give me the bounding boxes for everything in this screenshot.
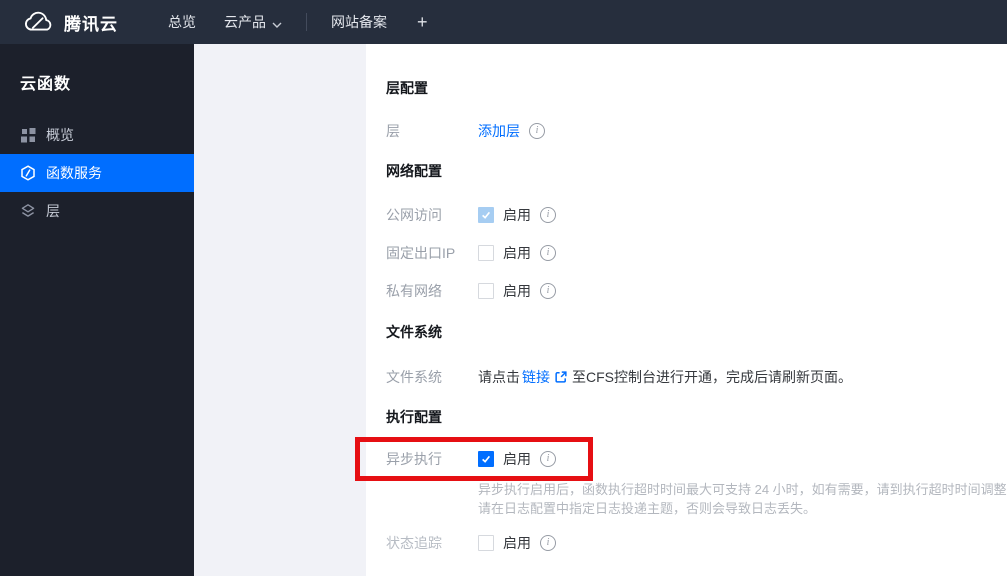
enable-label: 启用 (503, 535, 531, 551)
file-system-label: 文件系统 (386, 369, 442, 385)
public-access-checkbox (478, 207, 494, 223)
private-network-row: 私有网络 启用 i (386, 272, 1007, 310)
info-icon[interactable]: i (540, 207, 556, 223)
enable-label: 启用 (503, 283, 531, 299)
enable-label: 启用 (503, 207, 531, 223)
async-execution-helper-text: 异步执行启用后，函数执行超时时间最大可支持 24 小时，如有需要，请到执行超时时… (478, 480, 1007, 518)
status-tracking-checkbox[interactable] (478, 535, 494, 551)
fixed-egress-ip-checkbox[interactable] (478, 245, 494, 261)
file-system-text-before: 请点击 (478, 369, 520, 385)
status-tracking-row: 状态追踪 启用 i (386, 524, 1007, 562)
fixed-egress-ip-label: 固定出口IP (386, 245, 456, 261)
file-system-text-after: 至CFS控制台进行开通，完成后请刷新页面。 (572, 369, 852, 385)
layers-icon (20, 203, 36, 219)
info-icon[interactable]: i (540, 451, 556, 467)
layer-row: 层 添加层 i (386, 112, 1007, 150)
nav-item-website-icp[interactable]: 网站备案 (317, 0, 401, 44)
top-navbar: 腾讯云 总览 云产品 网站备案 + (0, 0, 1007, 44)
sidebar-item-overview[interactable]: 概览 (0, 116, 194, 154)
enable-label: 启用 (503, 245, 531, 261)
function-service-icon (20, 165, 36, 181)
sidebar-title: 云函数 (20, 76, 72, 93)
sidebar-item-label: 函数服务 (46, 165, 102, 181)
sidebar-item-layers[interactable]: 层 (0, 192, 194, 230)
navbar-divider (306, 13, 307, 31)
cfs-console-link[interactable]: 链接 (522, 367, 550, 387)
nav-item-cloud-products[interactable]: 云产品 (210, 0, 296, 44)
content-gutter (194, 44, 366, 576)
file-system-row: 文件系统 请点击 链接 至CFS控制台进行开通，完成后请刷新页面。 (386, 358, 1007, 396)
private-network-checkbox[interactable] (478, 283, 494, 299)
helper-line-2: 请在日志配置中指定日志投递主题，否则会导致日志丢失。 (478, 501, 817, 516)
layer-label: 层 (386, 123, 400, 139)
info-icon[interactable]: i (529, 123, 545, 139)
private-network-label: 私有网络 (386, 283, 442, 299)
sidebar-item-label: 概览 (46, 127, 74, 143)
enable-label: 启用 (503, 451, 531, 467)
info-icon[interactable]: i (540, 283, 556, 299)
tencent-cloud-logo[interactable]: 腾讯云 (0, 10, 118, 35)
public-access-row: 公网访问 启用 i (386, 196, 1007, 234)
status-tracking-label: 状态追踪 (386, 535, 442, 551)
section-title-layer-config: 层配置 (386, 80, 428, 96)
helper-line-1: 异步执行启用后，函数执行超时时间最大可支持 24 小时，如有需要，请到执行超时时… (478, 482, 1007, 497)
info-icon[interactable]: i (540, 535, 556, 551)
function-config-panel: 层配置 层 添加层 i 网络配置 公网访问 启用 i 固定出口IP 启用 i 私… (366, 44, 1007, 576)
section-title-file-system: 文件系统 (386, 324, 442, 340)
nav-item-overview[interactable]: 总览 (154, 0, 210, 44)
public-access-label: 公网访问 (386, 207, 442, 223)
chevron-down-icon (272, 15, 282, 31)
brand-name: 腾讯云 (64, 14, 118, 34)
navbar-menu: 总览 云产品 网站备案 + (154, 0, 444, 44)
async-execution-row: 异步执行 启用 i (386, 440, 1007, 478)
sidebar-item-function-service[interactable]: 函数服务 (0, 154, 194, 192)
fixed-egress-ip-row: 固定出口IP 启用 i (386, 234, 1007, 272)
sidebar-item-label: 层 (46, 203, 60, 219)
section-title-execution-config: 执行配置 (386, 409, 442, 425)
overview-grid-icon (20, 127, 36, 143)
info-icon[interactable]: i (540, 245, 556, 261)
async-execution-label: 异步执行 (386, 451, 442, 467)
sidebar: 云函数 概览 函数服务 层 (0, 44, 194, 576)
add-layer-link[interactable]: 添加层 (478, 121, 520, 141)
add-tab-button[interactable]: + (401, 12, 444, 33)
async-execution-checkbox[interactable] (478, 451, 494, 467)
external-link-icon[interactable] (554, 370, 568, 384)
section-title-network-config: 网络配置 (386, 163, 442, 179)
cloud-logo-icon (22, 10, 54, 34)
